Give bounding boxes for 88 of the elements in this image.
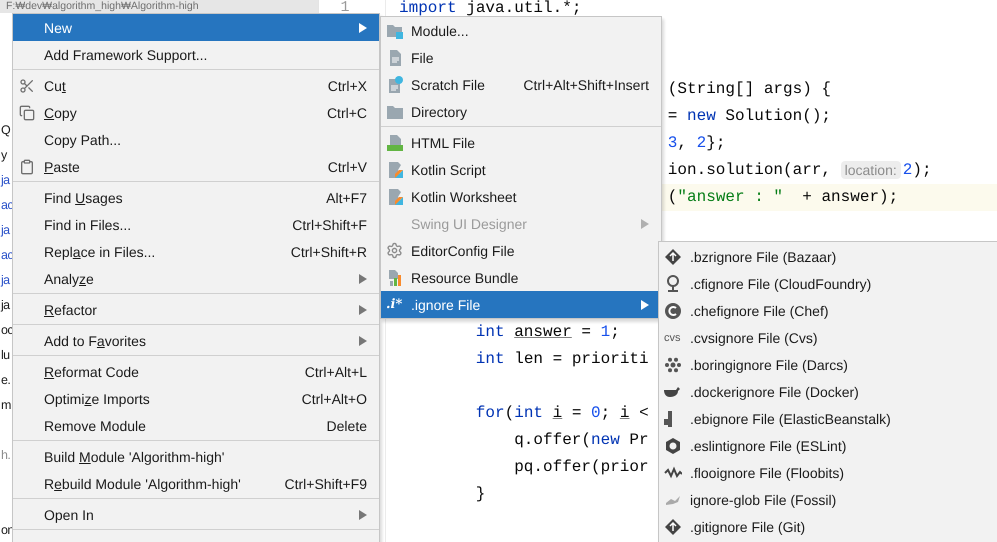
menu-item[interactable]: .eslintignore File (ESLint) xyxy=(659,432,997,459)
code-text: int len = prioriti xyxy=(476,350,649,368)
inlay-hint: location: xyxy=(840,161,901,179)
submenu-arrow-icon xyxy=(359,336,367,346)
menu-item[interactable]: Module... xyxy=(381,17,661,44)
menu-item[interactable]: Replace in Files... Ctrl+Shift+R xyxy=(13,238,379,265)
menu-item[interactable]: .gitignore File (Git) xyxy=(659,513,997,540)
code-text: ("answer : " + answer); xyxy=(668,188,898,206)
line-number: 1 xyxy=(340,0,350,16)
menu-item[interactable]: ignore-glob File (Fossil) xyxy=(659,486,997,513)
diamond-icon xyxy=(664,248,682,266)
menu-item[interactable]: cvs .cvsignore File (Cvs) xyxy=(659,324,997,351)
menu-item[interactable]: .boringignore File (Darcs) xyxy=(659,351,997,378)
flower-icon xyxy=(664,356,682,374)
menu-item[interactable]: .ebignore File (ElasticBeanstalk) xyxy=(659,405,997,432)
menu-item[interactable]: Refactor xyxy=(13,296,379,323)
clipboard-icon xyxy=(19,158,35,174)
code-text: ion.solution(arr, xyxy=(668,161,832,179)
code-text: 3, 2}; xyxy=(668,134,726,152)
tree-item[interactable]: ja xyxy=(0,272,10,286)
code-text: import java.util.*; xyxy=(399,0,582,16)
menu-item[interactable]: .cfignore File (CloudFoundry) xyxy=(659,270,997,297)
menu-item[interactable]: Remove Module Delete xyxy=(13,412,379,439)
menu-item[interactable]: Copy Ctrl+C xyxy=(13,99,379,126)
menu-item[interactable]: .bzrignore File (Bazaar) xyxy=(659,243,997,270)
submenu-arrow-icon xyxy=(641,300,649,310)
menu-item[interactable]: File xyxy=(381,44,661,71)
menu-item[interactable]: Reformat Code Ctrl+Alt+L xyxy=(13,358,379,385)
code-text: for(int i = 0; i < xyxy=(476,404,649,422)
pin-icon xyxy=(664,274,682,292)
menu-item[interactable]: Find in Files... Ctrl+Shift+F xyxy=(13,211,379,238)
menu-item[interactable]: Build Module 'Algorithm-high' xyxy=(13,443,379,470)
copy-icon xyxy=(19,104,35,120)
menu-item[interactable]: Optimize Imports Ctrl+Alt+O xyxy=(13,385,379,412)
tree-item[interactable]: ja xyxy=(0,172,10,186)
bars-icon xyxy=(664,410,672,426)
code-text: = new Solution(); xyxy=(668,107,832,125)
project-path: F:₩dev₩algorithm_high₩Algorithm-high xyxy=(6,0,199,13)
tree-item[interactable]: ja xyxy=(0,298,10,312)
menu-item[interactable]: Cut Ctrl+X xyxy=(13,72,379,99)
tree-item[interactable]: lu xyxy=(0,348,10,362)
tree-item[interactable]: y xyxy=(0,148,7,162)
submenu-arrow-icon xyxy=(641,218,649,228)
menu-item[interactable]: .dockerignore File (Docker) xyxy=(659,378,997,405)
submenu-arrow-icon xyxy=(359,274,367,284)
gear-icon xyxy=(386,242,403,259)
code-text: (String[] args) { xyxy=(668,80,832,98)
menu-item[interactable]: Open In xyxy=(13,501,379,528)
tree-item[interactable]: Q xyxy=(0,122,10,136)
menu-item[interactable]: Add Framework Support... xyxy=(13,41,379,68)
menu-item[interactable]: Rebuild Module 'Algorithm-high' Ctrl+Shift+F9 xyxy=(13,470,379,497)
menu-item[interactable]: Copy Path... xyxy=(13,126,379,153)
code-text: } xyxy=(476,485,486,503)
menu-item[interactable]: Scratch File Ctrl+Alt+Shift+Insert xyxy=(381,71,661,98)
menu-item[interactable]: Resource Bundle xyxy=(381,264,661,291)
menu-item[interactable]: New xyxy=(13,14,379,41)
submenu-arrow-icon xyxy=(359,304,367,314)
menu-item[interactable]: Kotlin Worksheet xyxy=(381,183,661,210)
menu-item[interactable]: Find Usages Alt+F7 xyxy=(13,184,379,211)
ignore-icon: .i* xyxy=(386,297,402,312)
code-text: pq.offer(prior xyxy=(514,458,649,476)
menu-item[interactable]: Directory xyxy=(381,98,661,125)
menu-item[interactable]: .i* .ignore File xyxy=(381,291,661,318)
scratch-file-icon xyxy=(386,76,404,94)
kotlin-file-icon xyxy=(386,160,404,178)
menu-item[interactable]: Kotlin Script xyxy=(381,156,661,183)
code-text: 2); xyxy=(902,161,932,179)
scissors-icon xyxy=(19,78,35,94)
menu-item[interactable]: HTML File xyxy=(381,129,661,156)
code-text: q.offer(new Pr xyxy=(514,431,649,449)
hexagon-icon xyxy=(664,436,682,454)
menu-item[interactable]: EditorConfig File xyxy=(381,237,661,264)
tree-item[interactable]: m xyxy=(0,398,11,412)
submenu-arrow-icon xyxy=(359,510,367,520)
kotlin-file-icon xyxy=(386,188,404,206)
menu-item[interactable]: .flooignore File (Floobits) xyxy=(659,459,997,486)
menu-item[interactable]: Add to Favorites xyxy=(13,327,379,354)
menu-item[interactable]: .chefignore File (Chef) xyxy=(659,297,997,324)
tree-item[interactable]: ja xyxy=(0,222,10,236)
code-text: int answer = 1; xyxy=(476,323,620,341)
bar-chart-icon xyxy=(386,268,404,286)
html-file-icon xyxy=(386,134,404,152)
diamond-icon xyxy=(664,518,682,536)
submenu-arrow-icon xyxy=(359,22,367,32)
tree-item[interactable]: e. xyxy=(0,372,10,386)
menu-item[interactable]: Analyze xyxy=(13,265,379,292)
menu-item[interactable]: Paste Ctrl+V xyxy=(13,153,379,180)
cvs-icon: cvs xyxy=(664,332,680,344)
